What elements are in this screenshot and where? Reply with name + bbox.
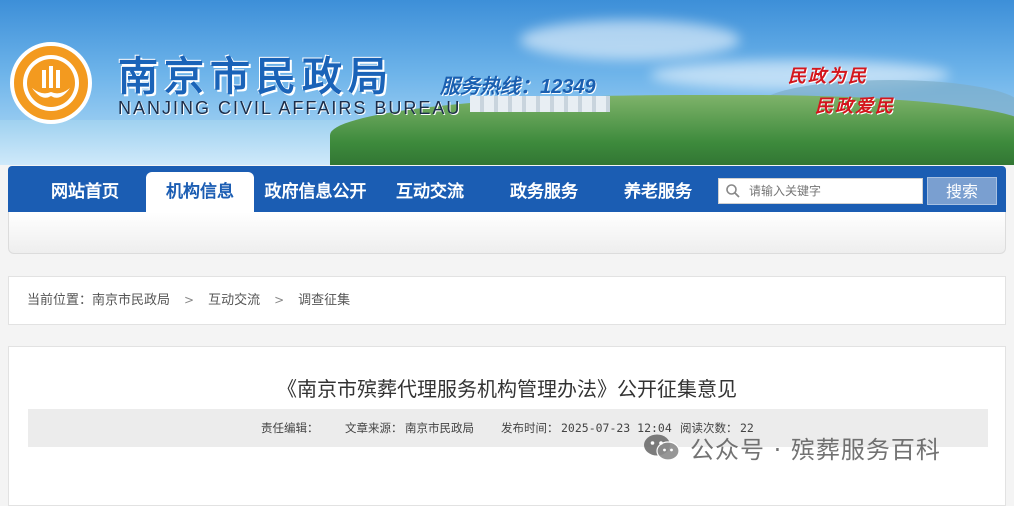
cloud bbox=[520, 20, 740, 60]
meta-time-label: 发布时间： bbox=[501, 421, 559, 435]
civil-affairs-emblem-icon[interactable] bbox=[10, 42, 92, 124]
breadcrumb-item-interaction[interactable]: 互动交流 bbox=[208, 277, 260, 324]
site-title-en: NANJING CIVIL AFFAIRS BUREAU bbox=[118, 98, 462, 118]
header-banner: 南京市民政局 NANJING CIVIL AFFAIRS BUREAU 服务热线… bbox=[0, 0, 1014, 165]
search-icon bbox=[726, 184, 740, 198]
breadcrumb: 当前位置：南京市民政局 > 互动交流 > 调查征集 bbox=[8, 276, 1006, 325]
meta-source-label: 文章来源： bbox=[345, 421, 403, 435]
breadcrumb-separator: > bbox=[274, 293, 285, 307]
site-title: 南京市民政局 bbox=[118, 53, 394, 100]
watermark: 公众号 · 殡葬服务百科 bbox=[642, 430, 941, 465]
search-button[interactable]: 搜索 bbox=[927, 177, 997, 205]
breadcrumb-item-home[interactable]: 南京市民政局 bbox=[92, 277, 170, 324]
watermark-text: 公众号 · 殡葬服务百科 bbox=[690, 436, 941, 464]
search-input[interactable] bbox=[749, 181, 917, 201]
slogan: 民政爱民 bbox=[815, 96, 895, 117]
wechat-icon bbox=[644, 434, 680, 461]
nav-item-gov-info[interactable]: 政府信息公开 bbox=[258, 166, 373, 212]
nav-item-institution[interactable]: 机构信息 bbox=[146, 172, 254, 212]
nav-item-interaction[interactable]: 互动交流 bbox=[380, 166, 480, 212]
breadcrumb-separator: > bbox=[184, 293, 195, 307]
nav-item-home[interactable]: 网站首页 bbox=[32, 166, 138, 212]
meta-source: 南京市民政局 bbox=[405, 421, 474, 435]
meta-editor-label: 责任编辑： bbox=[261, 421, 319, 435]
slogan: 民政为民 bbox=[788, 66, 868, 87]
main-nav: 网站首页 机构信息 政府信息公开 互动交流 政务服务 养老服务 搜索 bbox=[8, 166, 1006, 212]
nav-item-gov-service[interactable]: 政务服务 bbox=[494, 166, 594, 212]
breadcrumb-prefix: 当前位置： bbox=[27, 293, 93, 308]
article-title: 《南京市殡葬代理服务机构管理办法》公开征集意见 bbox=[277, 377, 737, 401]
sub-nav-bar bbox=[8, 212, 1006, 254]
hotline: 服务热线：12349 bbox=[440, 76, 596, 98]
nav-item-elderly-service[interactable]: 养老服务 bbox=[608, 166, 708, 212]
breadcrumb-item-survey[interactable]: 调查征集 bbox=[298, 277, 350, 324]
search-box bbox=[718, 178, 923, 204]
article-panel: 《南京市殡葬代理服务机构管理办法》公开征集意见 责任编辑： 文章来源： 南京市民… bbox=[8, 346, 1006, 506]
